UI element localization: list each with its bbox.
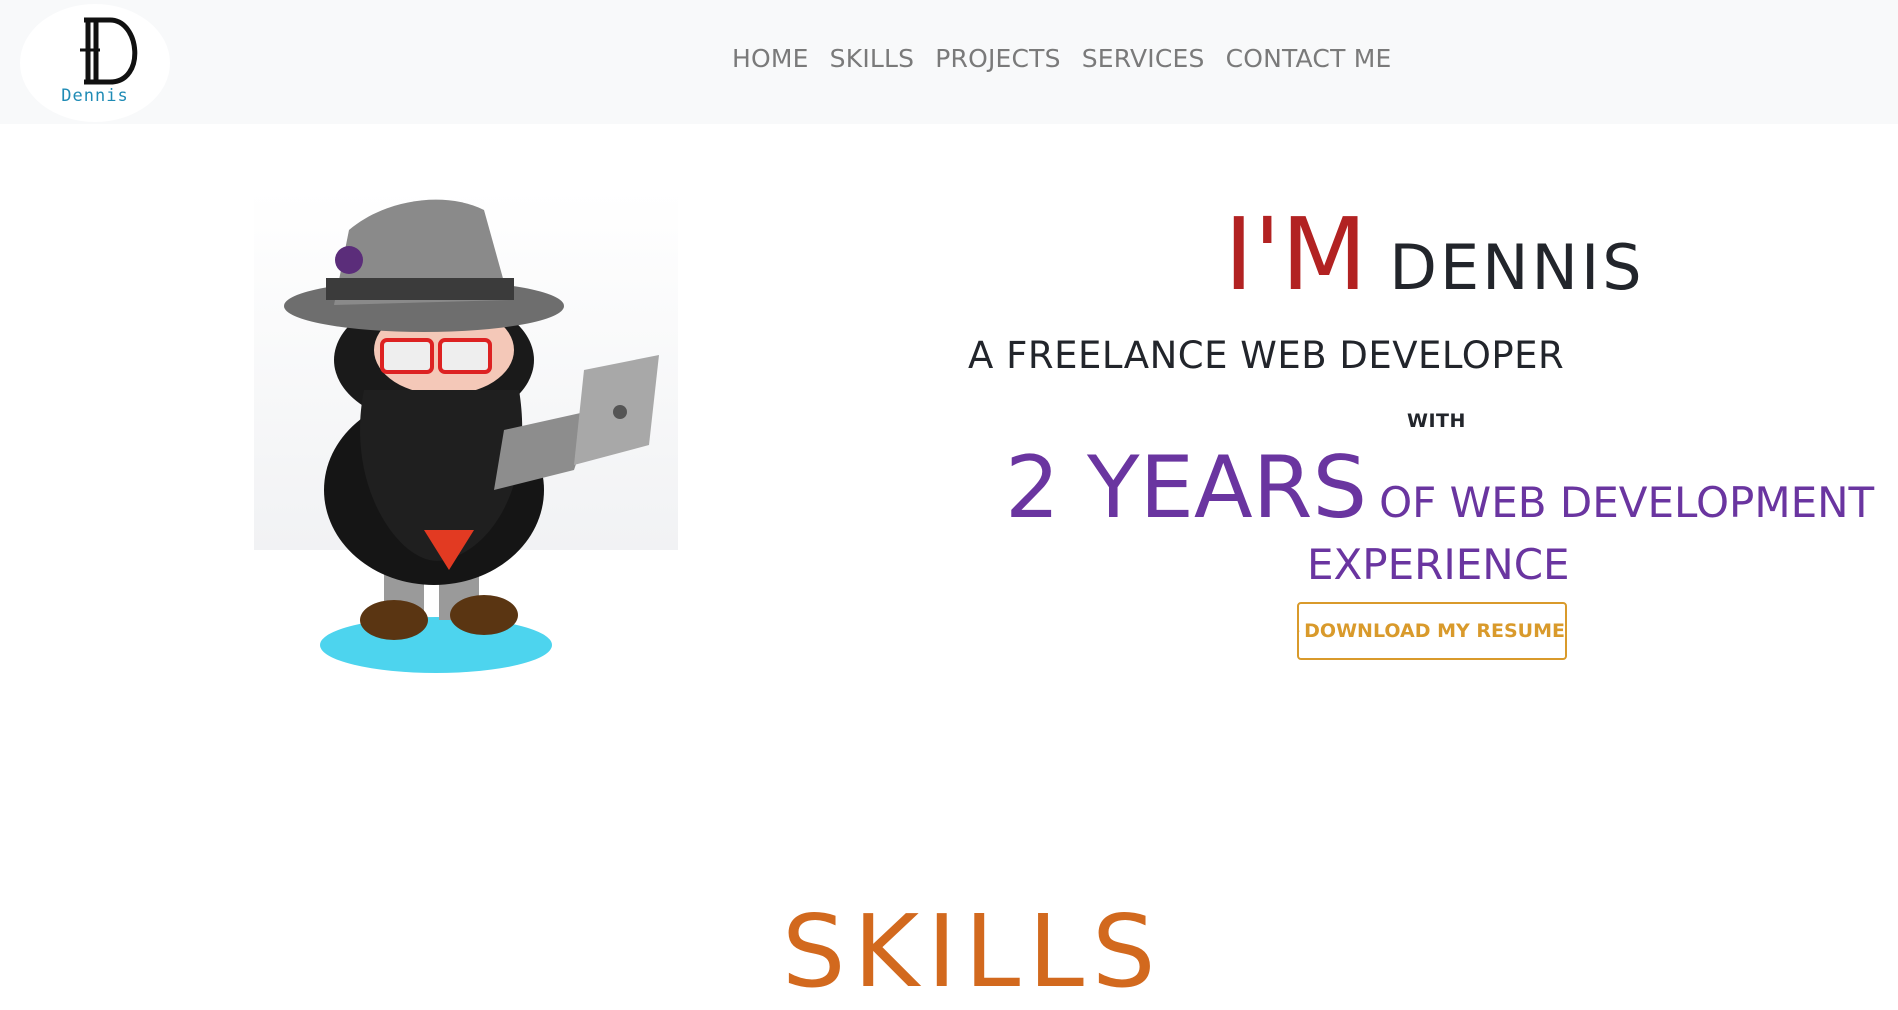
years-text: 2 YEARS [1005,438,1367,538]
hero-intro: I'M DENNIS A FREELANCE WEB DEVELOPER WITH… [0,0,1898,700]
greeting-text: I'M [1224,196,1367,313]
role-text: A FREELANCE WEB DEVELOPER [968,334,1564,377]
experience-text: EXPERIENCE [1307,540,1570,589]
name-text: DENNIS [1389,231,1644,304]
greeting-line: I'M DENNIS [1224,196,1645,313]
download-icon [1299,622,1300,640]
years-line: 2 YEARSOF WEB DEVELOPMENT [1005,438,1874,538]
resume-label: DOWNLOAD MY RESUME [1304,620,1565,642]
skills-heading: SKILLS [782,902,1163,1002]
years-rest-text: OF WEB DEVELOPMENT [1379,478,1874,527]
with-text: WITH [1407,410,1466,432]
download-resume-button[interactable]: DOWNLOAD MY RESUME [1297,602,1567,660]
